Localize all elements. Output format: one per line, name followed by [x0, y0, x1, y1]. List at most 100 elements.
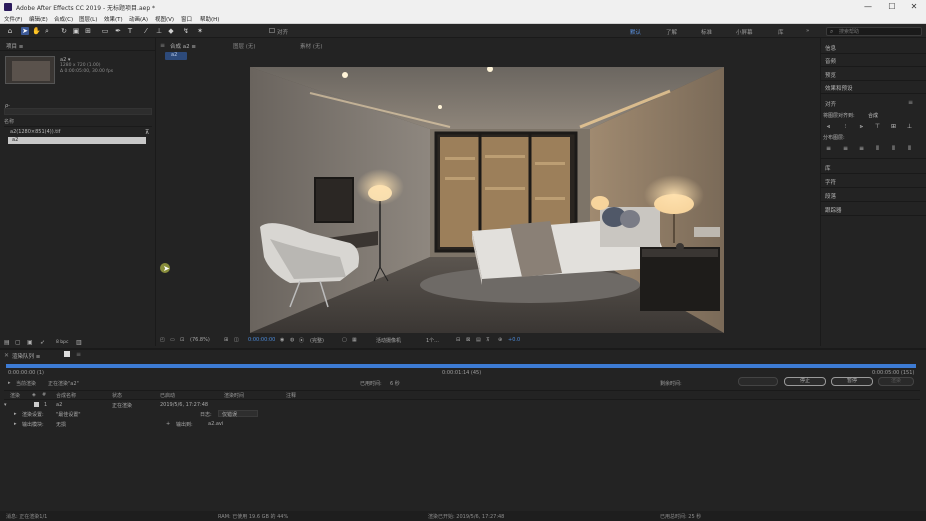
- menu-help[interactable]: 帮助(H): [200, 15, 219, 23]
- col-comment[interactable]: 注释: [286, 392, 296, 399]
- always-preview-icon[interactable]: ◰: [160, 337, 165, 343]
- align-to-dropdown[interactable]: 合成: [868, 112, 878, 119]
- composition-tab-icon[interactable]: [64, 351, 70, 357]
- menu-layer[interactable]: 图层(L): [79, 15, 97, 23]
- panel-libraries[interactable]: 库: [825, 164, 831, 172]
- clone-stamp-tool-icon[interactable]: ⊥: [155, 27, 163, 35]
- flowchart-view-icon[interactable]: ⊼: [486, 337, 490, 343]
- col-render-time[interactable]: 渲染时间: [224, 392, 244, 399]
- menu-file[interactable]: 文件(F): [4, 15, 22, 23]
- col-number[interactable]: #: [42, 392, 46, 398]
- menu-icon[interactable]: ≡: [76, 351, 81, 358]
- distribute-top-icon[interactable]: ≡: [825, 146, 832, 152]
- settings-icon[interactable]: ➶: [40, 339, 45, 346]
- grid-icon[interactable]: ⊞: [224, 337, 228, 343]
- output-module-value[interactable]: 无损: [56, 421, 66, 428]
- project-item-image[interactable]: a2(1280×851(4)).tif: [10, 129, 158, 136]
- workspace-default[interactable]: 默认: [630, 28, 641, 36]
- camera-dropdown[interactable]: 活动摄像机: [376, 337, 401, 344]
- current-time[interactable]: 0:00:00:00: [248, 337, 275, 343]
- workspace-library[interactable]: 库: [778, 28, 784, 36]
- interpret-footage-icon[interactable]: ▤: [4, 339, 10, 346]
- new-folder-icon[interactable]: ▢: [15, 339, 21, 346]
- breadcrumb[interactable]: a2: [165, 52, 187, 60]
- color-channel-icon[interactable]: ⦿: [299, 337, 304, 344]
- panel-audio[interactable]: 音频: [825, 57, 836, 65]
- log-dropdown[interactable]: 仅错误: [218, 410, 258, 418]
- roto-brush-tool-icon[interactable]: ↯: [182, 27, 190, 35]
- selection-tool-icon[interactable]: ➤: [21, 27, 29, 35]
- expand-icon[interactable]: ▾: [4, 402, 7, 408]
- col-render[interactable]: 渲染: [10, 392, 20, 399]
- col-status[interactable]: 状态: [112, 392, 122, 399]
- resolution-dropdown[interactable]: (完整): [310, 337, 324, 344]
- search-help-input[interactable]: [839, 28, 919, 35]
- row-label-color-icon[interactable]: [34, 402, 39, 407]
- panel-tracker[interactable]: 跟踪器: [825, 206, 842, 214]
- distribute-center-icon[interactable]: ≡: [842, 146, 849, 152]
- output-module-toggle-icon[interactable]: ▸: [14, 421, 17, 427]
- workspace-learn[interactable]: 了解: [666, 28, 677, 36]
- views-dropdown[interactable]: 1个...: [426, 337, 439, 344]
- minimize-button[interactable]: —: [858, 1, 878, 13]
- menu-edit[interactable]: 编辑(E): [29, 15, 48, 23]
- col-comp-name[interactable]: 合成名称: [56, 392, 76, 399]
- tab-footage[interactable]: 素材 (无): [300, 42, 323, 50]
- distribute-horizontal-icon[interactable]: ⦀: [890, 146, 897, 152]
- menu-composition[interactable]: 合成(C): [54, 15, 73, 23]
- new-composition-icon[interactable]: ▣: [27, 339, 33, 346]
- snapshot-icon[interactable]: ◉: [280, 337, 284, 343]
- distribute-bottom-icon[interactable]: ≡: [858, 146, 865, 152]
- roi-icon[interactable]: ▢: [342, 337, 347, 343]
- pen-tool-icon[interactable]: ✒: [114, 27, 122, 35]
- close-panel-icon[interactable]: ✕: [4, 352, 9, 359]
- brush-tool-icon[interactable]: ⁄: [142, 27, 150, 35]
- col-started[interactable]: 已启动: [160, 392, 175, 399]
- eraser-tool-icon[interactable]: ◆: [167, 27, 175, 35]
- tab-composition[interactable]: 合成 a2 ≡: [170, 42, 196, 50]
- show-snapshot-icon[interactable]: ◍: [290, 337, 294, 343]
- hand-tool-icon[interactable]: ✋: [32, 27, 41, 35]
- rotate-tool-icon[interactable]: ↻: [60, 27, 68, 35]
- transparency-grid-icon[interactable]: ▦: [352, 337, 357, 343]
- trash-icon[interactable]: ▥: [76, 339, 82, 346]
- menu-window[interactable]: 窗口: [181, 15, 192, 23]
- puppet-tool-icon[interactable]: ✶: [196, 27, 204, 35]
- render-settings-toggle-icon[interactable]: ▸: [14, 411, 17, 417]
- camera-tool-icon[interactable]: ▣: [72, 27, 80, 35]
- align-top-icon[interactable]: ⊤: [874, 124, 881, 130]
- tab-render-queue[interactable]: 渲染队列 ≡: [12, 352, 40, 360]
- row-comp-name[interactable]: a2: [56, 402, 62, 408]
- close-button[interactable]: ✕: [904, 1, 924, 13]
- panel-info[interactable]: 信息: [825, 44, 836, 52]
- render-settings-value[interactable]: "最佳设置": [56, 411, 81, 418]
- toggle-pixel-icon[interactable]: ⊟: [456, 337, 460, 343]
- panel-character[interactable]: 字符: [825, 178, 836, 186]
- flowchart-icon[interactable]: ⊼: [145, 129, 149, 136]
- monitor-icon[interactable]: ▭: [170, 337, 175, 343]
- timeline-icon[interactable]: ▤: [476, 337, 481, 343]
- snap-checkbox-icon[interactable]: ☐: [268, 27, 276, 35]
- exposure-value[interactable]: +0.0: [508, 337, 520, 343]
- exposure-icon[interactable]: ⊕: [498, 337, 502, 343]
- align-middle-v-icon[interactable]: ⊞: [890, 124, 897, 130]
- current-render-toggle-icon[interactable]: ▸: [8, 380, 11, 386]
- project-column-name[interactable]: 名称: [4, 119, 152, 126]
- home-icon[interactable]: ⌂: [6, 27, 14, 35]
- zoom-level[interactable]: (76.8%): [190, 337, 210, 343]
- align-panel-title[interactable]: 对齐: [825, 100, 836, 108]
- panel-menu-icon[interactable]: ≡: [908, 99, 913, 106]
- tab-layer[interactable]: 图层 (无): [233, 42, 256, 50]
- add-output-icon[interactable]: +: [166, 421, 170, 427]
- menu-animation[interactable]: 动画(A): [129, 15, 148, 23]
- project-tab[interactable]: 项目 ≡: [6, 42, 23, 50]
- align-left-icon[interactable]: ⫷: [825, 124, 832, 130]
- region-icon[interactable]: ⊡: [180, 337, 184, 343]
- menu-view[interactable]: 视图(V): [155, 15, 174, 23]
- bpc-label[interactable]: 8 bpc: [56, 340, 68, 345]
- workspace-standard[interactable]: 标准: [701, 28, 712, 36]
- search-help[interactable]: ⌕: [826, 27, 922, 36]
- stop-button[interactable]: 停止: [784, 377, 826, 386]
- align-bottom-icon[interactable]: ⊥: [906, 124, 913, 130]
- panel-paragraph[interactable]: 段落: [825, 192, 836, 200]
